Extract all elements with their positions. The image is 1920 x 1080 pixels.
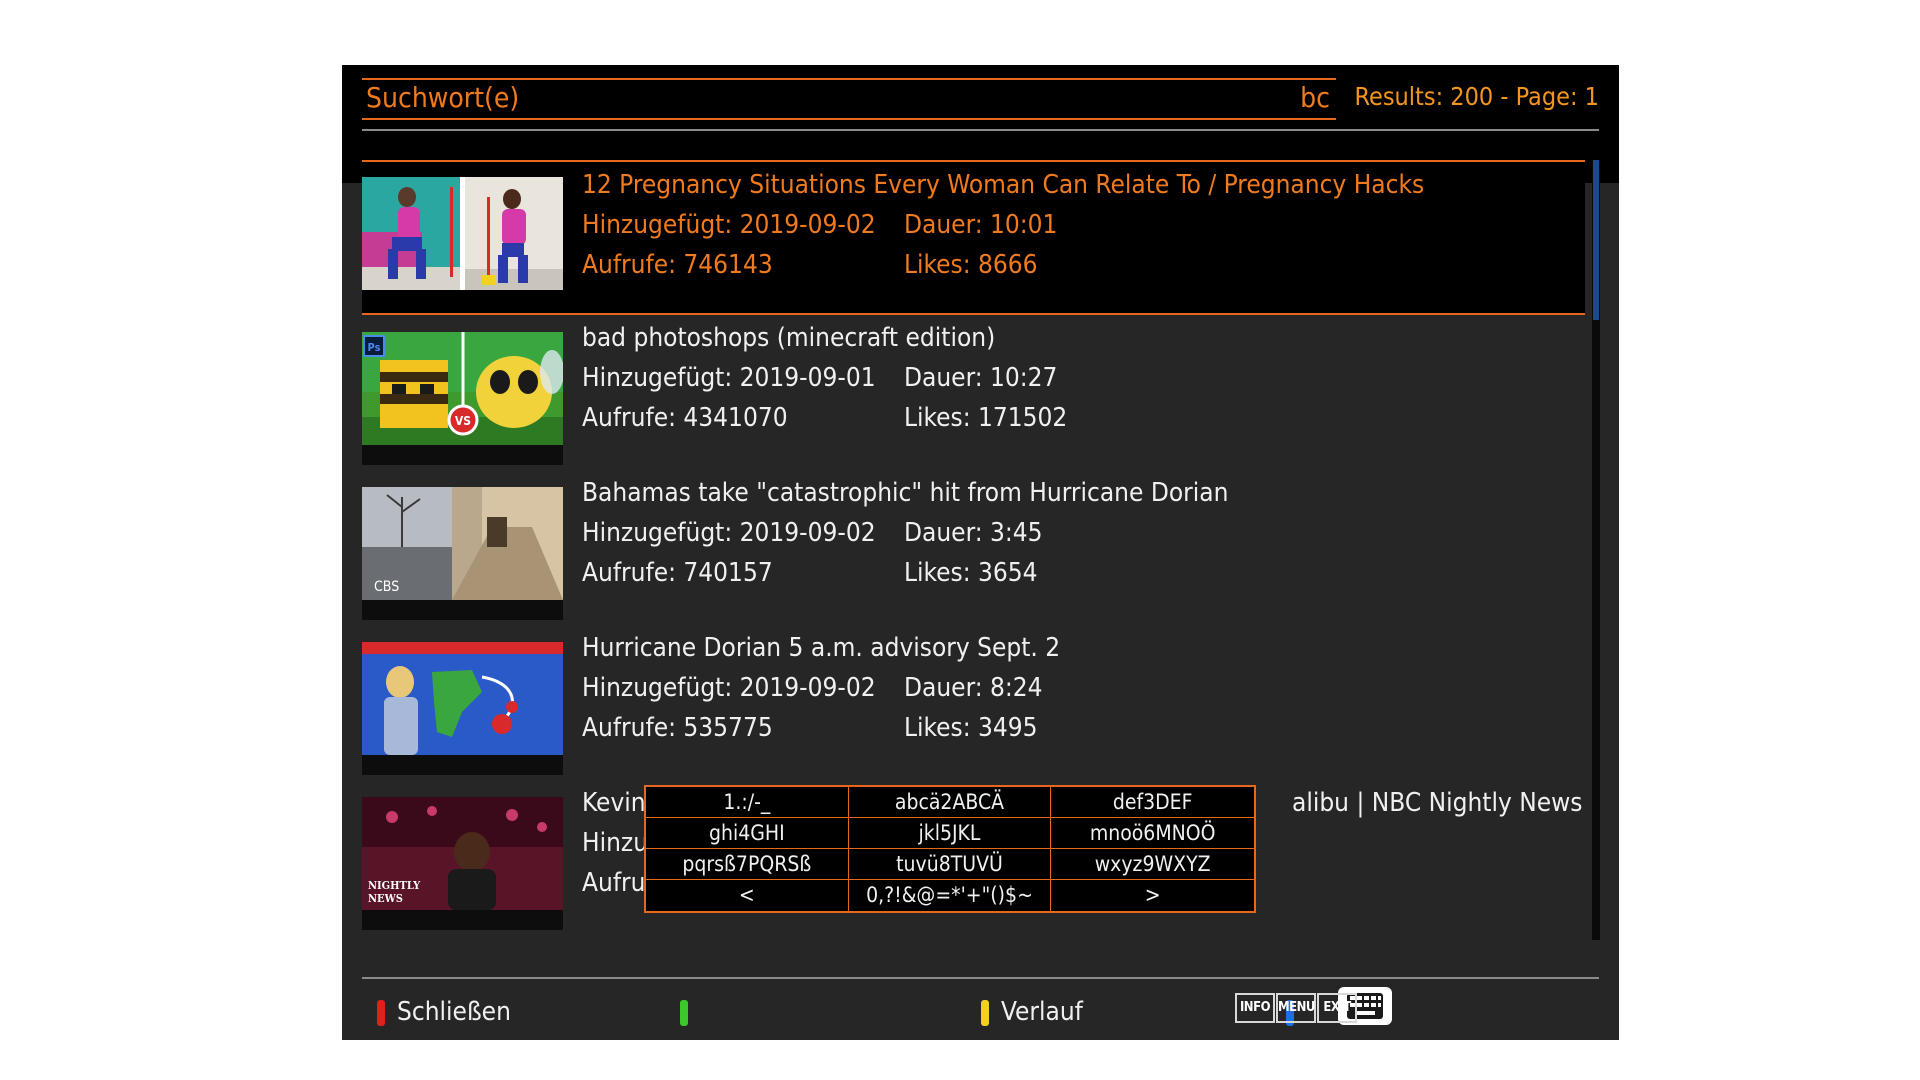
key-right[interactable]: >: [1051, 880, 1254, 911]
video-duration: Dauer: 3:45: [904, 518, 1043, 548]
video-row[interactable]: Ps VS bad photoshops (minecraft edition): [362, 315, 1585, 470]
thumbnail-shadow: [362, 910, 563, 930]
video-thumbnail: NIGHTLY NEWS: [362, 797, 563, 910]
key-5[interactable]: jkl5JKL: [848, 818, 1052, 849]
yellow-button-icon: [981, 1000, 989, 1026]
video-title-start: Kevin: [582, 788, 646, 818]
video-thumbnail: CBS: [362, 487, 563, 600]
nbc-logo-bottom: NEWS: [368, 892, 403, 905]
menu-button[interactable]: MENU: [1276, 993, 1316, 1023]
search-field[interactable]: Suchwort(e) bc: [362, 78, 1336, 120]
video-row[interactable]: 12 Pregnancy Situations Every Woman Can …: [362, 160, 1585, 315]
video-views: Aufru: [582, 868, 646, 898]
green-button-icon[interactable]: [680, 1000, 688, 1026]
video-row[interactable]: Hurricane Dorian 5 a.m. advisory Sept. 2…: [362, 625, 1585, 780]
thumbnail-shadow: [362, 755, 563, 775]
video-added: Hinzugefügt: 2019-09-02: [582, 673, 876, 703]
nbc-logo-top: NIGHTLY: [368, 879, 421, 892]
tv-screen: Suchwort(e) bc Results: 200 - Page: 1 12…: [342, 65, 1619, 1040]
key-6[interactable]: mnoö6MNOÖ: [1051, 818, 1254, 849]
close-button[interactable]: Schließen: [397, 995, 511, 1029]
video-title: Hurricane Dorian 5 a.m. advisory Sept. 2: [582, 633, 1061, 663]
video-added: Hinzugefügt: 2019-09-02: [582, 518, 876, 548]
key-3[interactable]: def3DEF: [1051, 787, 1254, 818]
key-1[interactable]: 1.:/-_: [646, 787, 849, 818]
video-views: Aufrufe: 740157: [582, 558, 773, 588]
scroll-thumb[interactable]: [1593, 160, 1599, 320]
video-duration: Dauer: 10:27: [904, 363, 1058, 393]
key-4[interactable]: ghi4GHI: [646, 818, 849, 849]
thumbnail-shadow: [362, 600, 563, 620]
key-left[interactable]: <: [646, 880, 849, 911]
video-likes: Likes: 3495: [904, 713, 1038, 743]
red-button-icon: [377, 1000, 385, 1026]
video-duration: Dauer: 8:24: [904, 673, 1043, 703]
results-counter: Results: 200 - Page: 1: [1354, 82, 1599, 111]
video-title-end: alibu | NBC Nightly News: [1292, 788, 1583, 818]
footer-divider: [362, 977, 1599, 979]
search-label: Suchwort(e): [366, 81, 520, 114]
video-likes: Likes: 8666: [904, 250, 1038, 280]
video-row[interactable]: CBS Bahamas take "catastrophic" hit from…: [362, 470, 1585, 625]
thumbnail-shadow: [362, 445, 563, 465]
video-thumbnail: Ps VS: [362, 332, 563, 445]
video-thumbnail: [362, 642, 563, 755]
video-thumbnail: [362, 177, 563, 290]
vs-badge: VS: [455, 414, 471, 428]
scrollbar[interactable]: [1592, 160, 1600, 940]
key-9[interactable]: wxyz9WXYZ: [1051, 849, 1254, 880]
history-button[interactable]: Verlauf: [1001, 995, 1083, 1029]
info-button[interactable]: INFO: [1235, 993, 1275, 1023]
video-added: Hinzugefügt: 2019-09-02: [582, 210, 876, 240]
video-added: Hinzugefügt: 2019-09-01: [582, 363, 876, 393]
key-0[interactable]: 0,?!&@=*'+"()$~: [849, 880, 1052, 911]
key-8[interactable]: tuvü8TUVÜ: [848, 849, 1052, 880]
video-duration: Dauer: 10:01: [904, 210, 1058, 240]
video-views: Aufrufe: 535775: [582, 713, 773, 743]
video-views: Aufrufe: 746143: [582, 250, 773, 280]
search-value[interactable]: bc: [1300, 83, 1330, 113]
video-views: Aufrufe: 4341070: [582, 403, 788, 433]
key-2[interactable]: abcä2ABCÄ: [848, 787, 1052, 818]
ps-badge: Ps: [368, 341, 381, 354]
key-7[interactable]: pqrsß7PQRSß: [646, 849, 849, 880]
exit-button[interactable]: EXIT: [1317, 993, 1357, 1023]
header-divider: [362, 129, 1599, 131]
virtual-keyboard: 1.:/-_ abcä2ABCÄ def3DEF ghi4GHI jkl5JKL…: [644, 785, 1256, 913]
video-title: Bahamas take "catastrophic" hit from Hur…: [582, 478, 1229, 508]
video-likes: Likes: 171502: [904, 403, 1068, 433]
video-title: bad photoshops (minecraft edition): [582, 323, 996, 353]
cbs-logo: CBS: [374, 579, 399, 595]
video-likes: Likes: 3654: [904, 558, 1038, 588]
video-title: 12 Pregnancy Situations Every Woman Can …: [582, 170, 1425, 200]
video-added: Hinzu: [582, 828, 649, 858]
